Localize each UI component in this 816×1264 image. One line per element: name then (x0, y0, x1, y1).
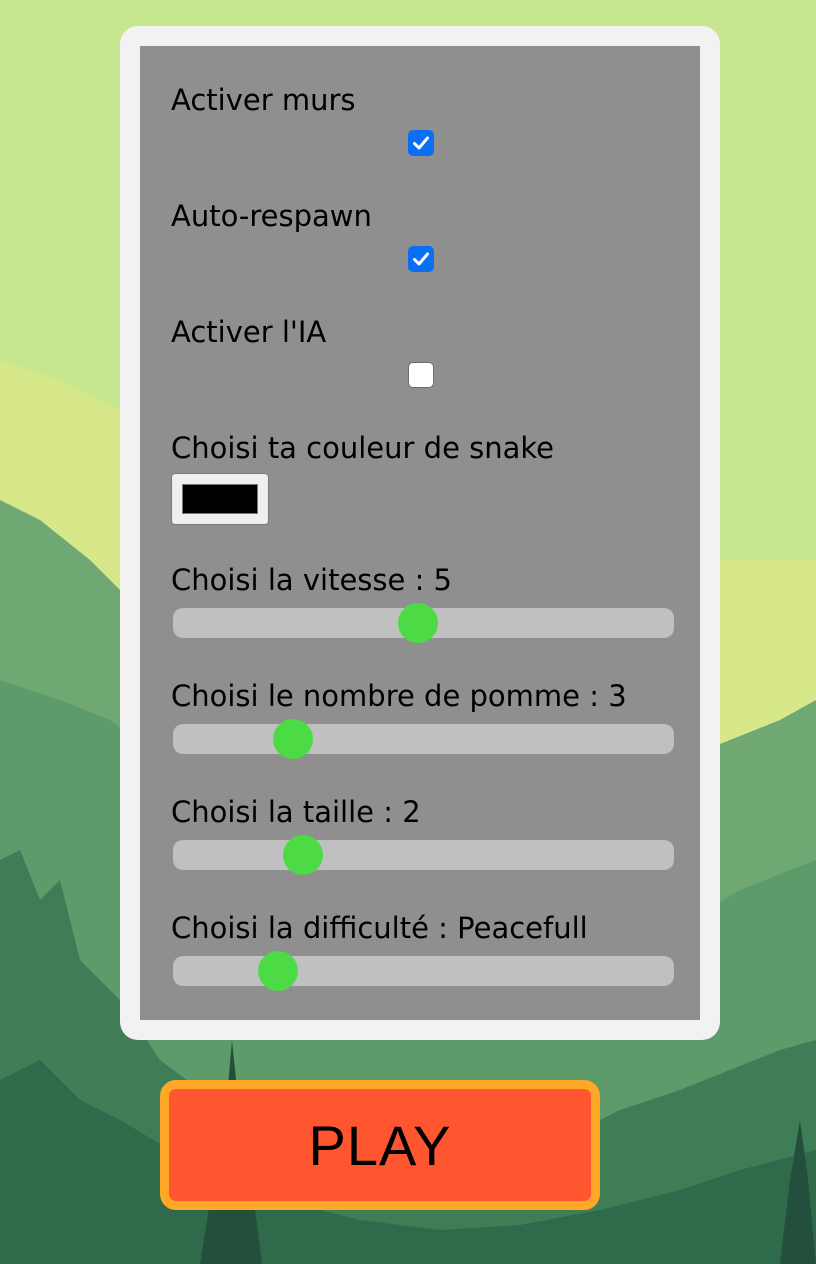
difficulty-slider[interactable] (173, 951, 674, 991)
checkmark-icon (413, 252, 429, 266)
size-label: Choisi la taille : 2 (171, 795, 421, 829)
color-swatch (182, 484, 258, 514)
apples-label: Choisi le nombre de pomme : 3 (171, 679, 627, 713)
apples-slider-thumb[interactable] (273, 719, 314, 759)
play-button[interactable]: PLAY (160, 1080, 600, 1210)
apples-slider[interactable] (173, 719, 674, 759)
difficulty-label: Choisi la difficulté : Peacefull (171, 911, 588, 945)
difficulty-slider-thumb[interactable] (258, 951, 299, 991)
ai-checkbox[interactable] (408, 362, 434, 388)
autorespawn-label: Auto-respawn (171, 199, 372, 233)
speed-slider-thumb[interactable] (398, 603, 439, 643)
speed-label: Choisi la vitesse : 5 (171, 563, 453, 597)
size-slider-thumb[interactable] (283, 835, 324, 875)
walls-label: Activer murs (171, 83, 356, 117)
snake-color-picker[interactable] (171, 473, 269, 525)
walls-checkbox[interactable] (408, 130, 434, 156)
ai-label: Activer l'IA (171, 315, 327, 349)
settings-panel (140, 46, 700, 1020)
autorespawn-checkbox[interactable] (408, 246, 434, 272)
speed-slider[interactable] (173, 603, 674, 643)
color-label: Choisi ta couleur de snake (171, 431, 554, 465)
size-slider[interactable] (173, 835, 674, 875)
checkmark-icon (413, 136, 429, 150)
